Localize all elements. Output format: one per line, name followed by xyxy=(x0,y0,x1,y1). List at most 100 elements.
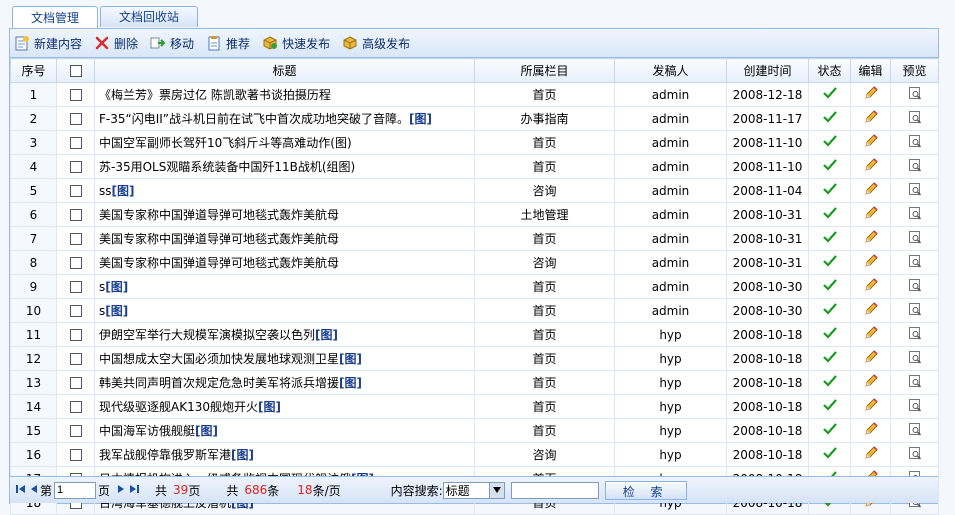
last-page-icon[interactable] xyxy=(128,483,140,498)
row-title[interactable]: 中国想成太空大国必须加快发展地球观测卫星 xyxy=(99,352,339,366)
row-title[interactable]: 美国专家称中国弹道导弹可地毯式轰炸美航母 xyxy=(99,208,339,222)
row-select-cell[interactable] xyxy=(56,274,95,299)
col-select-all[interactable] xyxy=(56,58,95,83)
pencil-icon[interactable] xyxy=(864,110,878,127)
row-title[interactable]: 现代级驱逐舰AK130舰炮开火 xyxy=(99,400,258,414)
row-preview[interactable] xyxy=(890,442,939,467)
tab-recycle-bin[interactable]: 文档回收站 xyxy=(100,6,199,27)
row-select-cell[interactable] xyxy=(56,346,95,371)
pencil-icon[interactable] xyxy=(864,326,878,343)
row-title-cell[interactable]: 美国专家称中国弹道导弹可地毯式轰炸美航母 xyxy=(94,202,475,227)
row-title[interactable]: 韩美共同声明首次规定危急时美军将派兵增援 xyxy=(99,376,339,390)
row-title[interactable]: 《梅兰芳》票房过亿 陈凯歌著书谈拍摄历程 xyxy=(99,88,331,102)
pencil-icon[interactable] xyxy=(864,374,878,391)
preview-icon[interactable] xyxy=(908,183,922,199)
row-checkbox[interactable] xyxy=(69,209,82,221)
preview-icon[interactable] xyxy=(908,327,922,343)
row-title[interactable]: ss xyxy=(99,184,112,198)
row-select-cell[interactable] xyxy=(56,178,95,203)
row-title[interactable]: 中国空军副师长驾歼10飞斜斤斗等高难动作(图) xyxy=(99,136,352,150)
pencil-icon[interactable] xyxy=(864,230,878,247)
row-title-cell[interactable]: 美国专家称中国弹道导弹可地毯式轰炸美航母 xyxy=(94,250,475,275)
chevron-down-icon[interactable] xyxy=(488,482,504,498)
select-all-checkbox[interactable] xyxy=(69,65,82,77)
prev-page-icon[interactable] xyxy=(29,483,39,498)
row-edit[interactable] xyxy=(850,202,891,227)
row-checkbox[interactable] xyxy=(69,233,82,245)
row-select-cell[interactable] xyxy=(56,370,95,395)
row-edit[interactable] xyxy=(850,298,891,323)
row-select-cell[interactable] xyxy=(56,418,95,443)
row-preview[interactable] xyxy=(890,226,939,251)
row-checkbox[interactable] xyxy=(69,257,82,269)
row-preview[interactable] xyxy=(890,418,939,443)
row-title-cell[interactable]: 《梅兰芳》票房过亿 陈凯歌著书谈拍摄历程 xyxy=(94,82,475,107)
row-edit[interactable] xyxy=(850,274,891,299)
row-edit[interactable] xyxy=(850,370,891,395)
row-edit[interactable] xyxy=(850,346,891,371)
row-title[interactable]: 伊朗空军举行大规模军演模拟空袭以色列 xyxy=(99,328,315,342)
row-select-cell[interactable] xyxy=(56,106,95,131)
row-select-cell[interactable] xyxy=(56,202,95,227)
new-content-button[interactable]: 新建内容 xyxy=(14,35,82,52)
row-title-cell[interactable]: s[图] xyxy=(94,298,475,323)
row-checkbox[interactable] xyxy=(69,281,82,293)
row-checkbox[interactable] xyxy=(69,329,82,341)
row-select-cell[interactable] xyxy=(56,154,95,179)
row-select-cell[interactable] xyxy=(56,82,95,107)
row-title-cell[interactable]: 中国想成太空大国必须加快发展地球观测卫星[图] xyxy=(94,346,475,371)
row-select-cell[interactable] xyxy=(56,130,95,155)
row-checkbox[interactable] xyxy=(69,137,82,149)
preview-icon[interactable] xyxy=(908,255,922,271)
row-preview[interactable] xyxy=(890,154,939,179)
row-checkbox[interactable] xyxy=(69,353,82,365)
row-title[interactable]: F-35“闪电II”战斗机日前在试飞中首次成功地突破了音障。 xyxy=(99,112,409,126)
row-title-cell[interactable]: 我军战舰停靠俄罗斯军港[图] xyxy=(94,442,475,467)
row-title-cell[interactable]: 韩美共同声明首次规定危急时美军将派兵增援[图] xyxy=(94,370,475,395)
row-title-cell[interactable]: 伊朗空军举行大规模军演模拟空袭以色列[图] xyxy=(94,322,475,347)
row-select-cell[interactable] xyxy=(56,322,95,347)
row-title[interactable]: 美国专家称中国弹道导弹可地毯式轰炸美航母 xyxy=(99,256,339,270)
row-edit[interactable] xyxy=(850,442,891,467)
row-checkbox[interactable] xyxy=(69,305,82,317)
row-title-cell[interactable]: s[图] xyxy=(94,274,475,299)
delete-button[interactable]: 删除 xyxy=(94,35,138,52)
preview-icon[interactable] xyxy=(908,279,922,295)
preview-icon[interactable] xyxy=(908,231,922,247)
preview-icon[interactable] xyxy=(908,399,922,415)
preview-icon[interactable] xyxy=(908,111,922,127)
row-title-cell[interactable]: 中国空军副师长驾歼10飞斜斤斗等高难动作(图) xyxy=(94,130,475,155)
row-title-cell[interactable]: F-35“闪电II”战斗机日前在试飞中首次成功地突破了音障。[图] xyxy=(94,106,475,131)
preview-icon[interactable] xyxy=(908,135,922,151)
row-edit[interactable] xyxy=(850,82,891,107)
row-preview[interactable] xyxy=(890,370,939,395)
row-checkbox[interactable] xyxy=(69,449,82,461)
row-preview[interactable] xyxy=(890,202,939,227)
row-checkbox[interactable] xyxy=(69,161,82,173)
row-title-cell[interactable]: 苏-35用OLS观瞄系统装备中国歼11B战机(组图) xyxy=(94,154,475,179)
row-select-cell[interactable] xyxy=(56,442,95,467)
row-title-cell[interactable]: 现代级驱逐舰AK130舰炮开火[图] xyxy=(94,394,475,419)
row-preview[interactable] xyxy=(890,322,939,347)
preview-icon[interactable] xyxy=(908,87,922,103)
first-page-icon[interactable] xyxy=(15,483,27,498)
row-checkbox[interactable] xyxy=(69,113,82,125)
tab-document-management[interactable]: 文档管理 xyxy=(12,6,99,29)
pencil-icon[interactable] xyxy=(864,446,878,463)
row-preview[interactable] xyxy=(890,346,939,371)
row-edit[interactable] xyxy=(850,226,891,251)
row-title-cell[interactable]: 中国海军访俄舰艇[图] xyxy=(94,418,475,443)
row-checkbox[interactable] xyxy=(69,89,82,101)
pencil-icon[interactable] xyxy=(864,278,878,295)
pencil-icon[interactable] xyxy=(864,206,878,223)
row-title[interactable]: 中国海军访俄舰艇 xyxy=(99,424,195,438)
row-preview[interactable] xyxy=(890,178,939,203)
preview-icon[interactable] xyxy=(908,303,922,319)
pencil-icon[interactable] xyxy=(864,182,878,199)
pencil-icon[interactable] xyxy=(864,422,878,439)
pencil-icon[interactable] xyxy=(864,134,878,151)
row-preview[interactable] xyxy=(890,394,939,419)
row-edit[interactable] xyxy=(850,418,891,443)
row-checkbox[interactable] xyxy=(69,401,82,413)
row-preview[interactable] xyxy=(890,274,939,299)
